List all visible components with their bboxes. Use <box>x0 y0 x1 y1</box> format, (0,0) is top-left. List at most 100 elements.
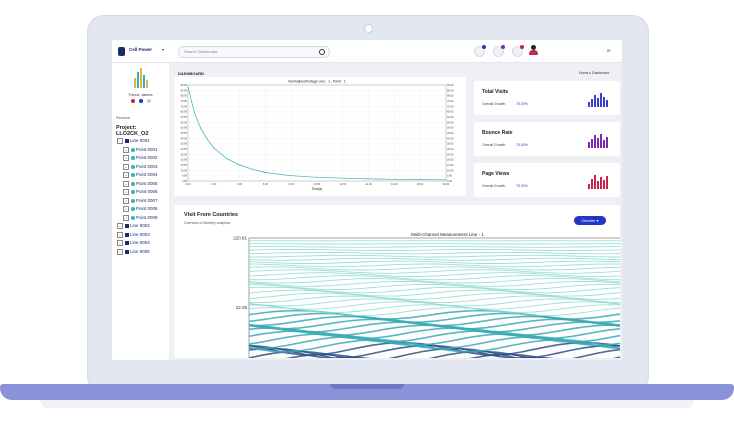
y-tick-label-right: 40.00 <box>447 136 454 140</box>
stat-subtitle: Overall Growth <box>482 102 506 106</box>
y-tick-label: 45.00 <box>181 131 188 135</box>
camera-icon <box>365 25 372 32</box>
tree-point-item[interactable]: + Point 0003 <box>123 163 158 171</box>
y-tick-label: 25.00 <box>181 152 188 156</box>
y-tick-label-right: 65.00 <box>447 110 454 114</box>
expand-toggle-icon[interactable]: + <box>117 248 123 255</box>
mini-bar <box>594 95 596 107</box>
month-dropdown-button[interactable]: October ▾ <box>574 216 606 225</box>
voltage-point <box>419 179 421 181</box>
line-icon <box>124 249 129 254</box>
expand-toggle-icon[interactable]: + <box>123 146 129 153</box>
voltage-point <box>200 128 202 130</box>
expand-toggle-icon[interactable]: + <box>123 189 129 195</box>
voltage-point <box>213 147 215 149</box>
mini-bar <box>588 102 590 107</box>
tree-point-item[interactable]: + Point 0008 <box>123 206 158 213</box>
settings-icon[interactable] <box>139 99 143 103</box>
stat-card-bounce-rate: Bounce Rate Overall Growth 75.00% <box>474 122 620 156</box>
tree-line-item[interactable]: + Line 0002 <box>117 223 150 230</box>
tree-point-item[interactable]: + Point 0001 <box>123 146 158 154</box>
app-menu-chevron-icon[interactable]: ▾ <box>162 47 164 52</box>
alerts-icon[interactable] <box>512 45 524 57</box>
y-tick-label-right: 85.00 <box>447 88 454 92</box>
point-icon <box>130 147 135 152</box>
stat-value: 75.00% <box>516 102 528 106</box>
profile-bars-icon <box>133 68 148 88</box>
x-tick-label: 18.00 <box>417 182 424 186</box>
line-icon <box>124 232 129 237</box>
voltage-point <box>445 179 447 181</box>
tree-point-item[interactable]: + Point 0002 <box>123 155 158 162</box>
search-icon[interactable] <box>319 48 325 55</box>
tree-line-item[interactable]: + Line 0005 <box>117 248 150 256</box>
tree-line-item[interactable]: − Line 0001 <box>117 138 150 145</box>
expand-toggle-icon[interactable]: + <box>117 240 123 246</box>
tree-point-item[interactable]: + Point 0007 <box>123 197 158 205</box>
mini-bar <box>600 177 602 189</box>
line-icon <box>124 139 129 143</box>
voltage-point <box>226 158 228 160</box>
user-avatar[interactable] <box>529 45 538 56</box>
expand-toggle-icon[interactable]: + <box>123 172 129 178</box>
tree-line-item[interactable]: + Line 0004 <box>117 240 150 247</box>
y-tick-label: 22.08 <box>236 305 248 310</box>
mini-bar <box>600 134 602 148</box>
stat-title: Total Visits <box>482 89 509 95</box>
tree-point-item[interactable]: + Point 0005 <box>123 180 158 188</box>
notification-bell-icon[interactable] <box>474 45 486 57</box>
tree-item-label: Point 0001 <box>136 146 158 152</box>
mini-bar <box>594 175 596 189</box>
stat-card-total-visits: Total Visits Overall Growth 75.00% <box>474 81 620 115</box>
expand-toggle-icon[interactable]: − <box>117 138 123 144</box>
mini-bar <box>603 97 605 107</box>
y-tick-label-right: 50.00 <box>447 126 454 130</box>
y-tick-label: 40.00 <box>181 136 188 140</box>
stat-card-page-views: Page Views Overall Growth 75.00% <box>474 163 620 197</box>
tree-item-label: Point 0009 <box>136 214 158 220</box>
x-tick-label: 16.00 <box>391 182 398 186</box>
y-tick-label: 80.00 <box>181 94 188 98</box>
mini-bar <box>606 176 608 189</box>
tree-item-label: Point 0003 <box>136 163 158 169</box>
tree-point-item[interactable]: + Point 0006 <box>123 189 158 196</box>
user-icon[interactable] <box>147 99 151 103</box>
mini-bar-chart <box>588 93 610 107</box>
y-tick-label: 220.81 <box>233 236 247 241</box>
tree-point-item[interactable]: + Point 0004 <box>123 172 158 179</box>
x-tick-label: 6.00 <box>263 182 269 186</box>
power-icon[interactable] <box>131 99 135 103</box>
language-selector[interactable]: IE <box>607 48 611 53</box>
y-tick-label: 5.00 <box>182 174 188 178</box>
x-tick-label: 0.00 <box>185 182 191 186</box>
y-tick-label: 70.00 <box>181 104 188 108</box>
expand-toggle-icon[interactable]: + <box>123 214 129 221</box>
tree-item-label: Line 0002 <box>130 223 150 229</box>
expand-toggle-icon[interactable]: + <box>117 223 123 229</box>
stat-value: 75.00% <box>516 184 528 188</box>
y-tick-label-right: 70.00 <box>447 104 454 108</box>
breadcrumb[interactable]: Home ▸ Dashboard <box>579 71 609 75</box>
expand-toggle-icon[interactable]: + <box>123 155 129 161</box>
expand-toggle-icon[interactable]: + <box>123 180 129 187</box>
tree-item-label: Point 0006 <box>136 189 158 195</box>
tree-item-label: Line 0003 <box>130 231 150 237</box>
expand-toggle-icon[interactable]: + <box>123 197 129 204</box>
tree-item-label: Line 0005 <box>130 248 150 254</box>
mini-bar <box>603 180 605 189</box>
y-tick-label: 55.00 <box>181 120 188 124</box>
messages-icon[interactable] <box>493 45 505 57</box>
laptop-notch <box>330 384 404 389</box>
tree-point-item[interactable]: + Point 0009 <box>123 214 158 222</box>
stat-subtitle: Overall Growth <box>482 184 506 188</box>
search-input[interactable]: Search Dashboard <box>178 46 330 58</box>
y-tick-label-right: 60.00 <box>447 115 454 119</box>
expand-toggle-icon[interactable]: + <box>123 163 129 170</box>
y-tick-label: 90.00 <box>181 83 188 87</box>
chart-title: Multi-Channel Measurement Line - 1 <box>411 232 484 237</box>
tree-line-item[interactable]: + Line 0003 <box>117 231 150 239</box>
expand-toggle-icon[interactable]: + <box>117 231 123 238</box>
expand-toggle-icon[interactable]: + <box>123 206 129 212</box>
x-tick-label: 2.00 <box>211 182 217 186</box>
x-tick-label: 10.00 <box>314 182 321 186</box>
